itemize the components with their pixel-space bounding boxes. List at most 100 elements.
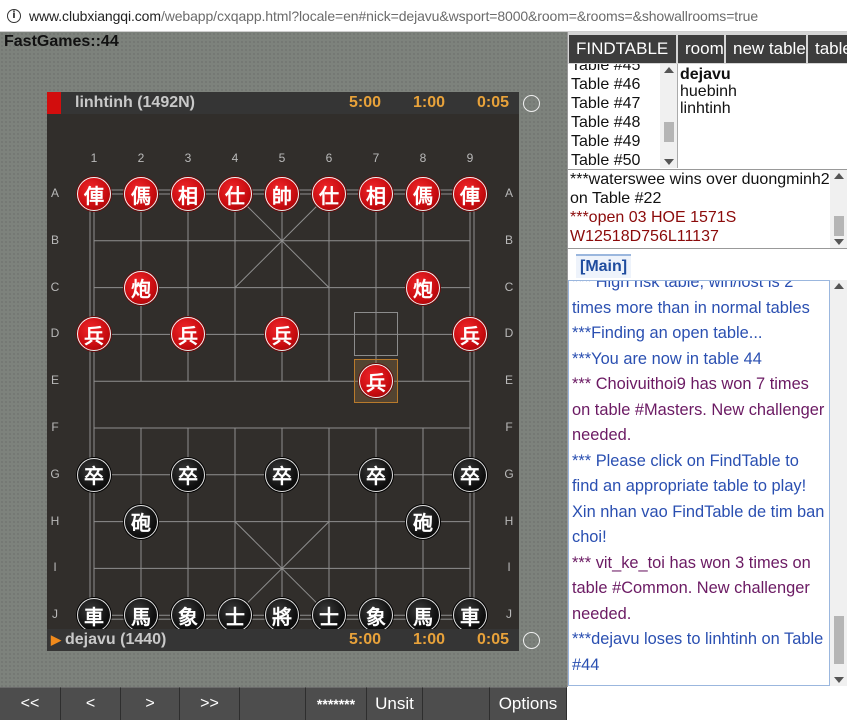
top-player-bar: linhtinh (1492N) 5:00 1:00 0:05: [47, 92, 519, 114]
file-label: 8: [419, 151, 427, 165]
scroll-up-icon[interactable]: [834, 283, 844, 289]
player-list-item[interactable]: dejavu: [680, 66, 846, 83]
blank-button-2: [423, 687, 490, 720]
notice-line: ***waterswee wins over duongminh200 on T…: [570, 171, 847, 207]
rank-label: E: [504, 373, 513, 388]
next-move-button[interactable]: >: [121, 687, 180, 720]
file-label: 7: [372, 151, 380, 165]
black-piece[interactable]: 砲: [124, 504, 158, 539]
red-piece[interactable]: 炮: [124, 270, 158, 305]
bottom-player-time-total: 5:00: [349, 631, 382, 648]
red-piece[interactable]: 相: [171, 177, 205, 211]
scroll-thumb[interactable]: [834, 616, 844, 664]
chat-message: *** Choivuithoi9 has won 7 times on tabl…: [572, 375, 825, 444]
room-title: FastGames::44: [4, 33, 119, 50]
file-label: 9: [466, 151, 474, 165]
red-piece[interactable]: 炮: [406, 270, 440, 305]
top-player-ready-icon[interactable]: [523, 95, 540, 112]
rank-label: D: [504, 326, 514, 341]
top-player-time-extra: 0:05: [477, 94, 510, 111]
url-host: www.clubxiangqi.com: [29, 7, 161, 24]
rank-label: I: [507, 560, 511, 575]
black-piece[interactable]: 馬: [406, 598, 440, 633]
scroll-down-icon[interactable]: [834, 239, 844, 245]
bottom-player-ready-icon[interactable]: [523, 632, 540, 649]
black-piece[interactable]: 砲: [406, 504, 440, 539]
bottom-player-bar: ▶ dejavu (1440) 5:00 1:00 0:05: [47, 629, 519, 651]
file-label: 5: [278, 151, 286, 165]
play-arrow-icon: ▶: [51, 632, 61, 647]
black-piece[interactable]: 車: [77, 598, 111, 633]
blank-button: [240, 687, 306, 720]
rank-label: A: [504, 186, 513, 200]
tab-main[interactable]: [Main]: [576, 254, 632, 278]
red-piece[interactable]: 傌: [406, 177, 440, 211]
black-piece[interactable]: 卒: [359, 457, 393, 492]
options-button[interactable]: Options: [490, 687, 567, 720]
black-piece[interactable]: 士: [312, 598, 346, 633]
chat-message: *** High risk table, win/lost is 2 times…: [572, 280, 810, 317]
rank-label: B: [504, 232, 513, 247]
black-piece[interactable]: 卒: [265, 457, 299, 492]
scroll-down-icon[interactable]: [664, 159, 674, 165]
top-player-time-move: 1:00: [413, 94, 446, 111]
red-piece[interactable]: 相: [359, 177, 393, 211]
scroll-thumb[interactable]: [664, 122, 674, 142]
scroll-thumb[interactable]: [834, 216, 844, 236]
url-path: /webapp/cxqapp.html?locale=en#nick=dejav…: [160, 7, 759, 24]
rank-label: J: [52, 607, 58, 622]
first-move-button[interactable]: <<: [0, 687, 61, 720]
bottom-player-name[interactable]: dejavu (1440): [65, 631, 166, 649]
table-list-scrollbar[interactable]: [660, 64, 677, 168]
red-piece[interactable]: 仕: [218, 177, 252, 211]
red-piece[interactable]: 兵: [359, 364, 393, 399]
scroll-up-icon[interactable]: [664, 67, 674, 73]
url-text[interactable]: www.clubxiangqi.com/webapp/cxqapp.html?l…: [29, 8, 758, 24]
red-piece[interactable]: 帥: [265, 177, 299, 211]
red-piece[interactable]: 傌: [124, 177, 158, 211]
top-player-time-total: 5:00: [349, 94, 382, 111]
tab-new-table[interactable]: new table: [726, 35, 806, 63]
info-icon[interactable]: i: [7, 8, 21, 23]
chat-log[interactable]: *** High risk table, win/lost is 2 times…: [568, 280, 830, 686]
last-move-button[interactable]: >>: [180, 687, 240, 720]
bottom-player-time-move: 1:00: [413, 631, 446, 648]
black-piece[interactable]: 車: [453, 598, 487, 633]
red-piece[interactable]: 仕: [312, 177, 346, 211]
black-piece[interactable]: 卒: [453, 457, 487, 492]
rank-label: A: [50, 186, 59, 200]
unsit-button[interactable]: Unsit: [367, 687, 423, 720]
notice-box: ***waterswee wins over duongminh200 on T…: [568, 169, 847, 249]
prev-move-button[interactable]: <: [61, 687, 121, 720]
notice-line: ***open 03 HOE 1571S W12518D756L11137: [570, 209, 737, 245]
chat-scrollbar[interactable]: [830, 280, 847, 686]
scroll-up-icon[interactable]: [834, 173, 844, 179]
xiangqi-board[interactable]: 112233445566778899AABBCCDDEEFFGGHHIIJJ俥傌…: [47, 114, 519, 654]
chat-message: ***You are now in table 44: [572, 349, 762, 368]
black-piece[interactable]: 將: [265, 598, 299, 633]
player-list-item[interactable]: linhtinh: [680, 100, 846, 117]
black-piece[interactable]: 馬: [124, 598, 158, 633]
bottom-player-time-extra: 0:05: [477, 631, 510, 648]
tab-room[interactable]: room: [678, 35, 724, 63]
black-piece[interactable]: 卒: [77, 457, 111, 492]
stars-button[interactable]: *******: [306, 687, 367, 720]
black-piece[interactable]: 象: [359, 598, 393, 633]
black-piece[interactable]: 卒: [171, 457, 205, 492]
control-bar: << < > >> ******* Unsit Options: [0, 687, 847, 720]
game-area: FastGames::44 linhtinh (1492N) 5:00 1:00…: [0, 32, 567, 687]
rank-label: F: [505, 420, 513, 434]
black-piece[interactable]: 士: [218, 598, 252, 633]
scroll-down-icon[interactable]: [834, 677, 844, 683]
red-piece[interactable]: 俥: [77, 177, 111, 211]
chat-tab-row: [Main]: [568, 250, 847, 280]
tab-findtable[interactable]: FINDTABLE: [569, 35, 676, 63]
notice-scrollbar[interactable]: [830, 170, 847, 248]
red-piece[interactable]: 俥: [453, 177, 487, 211]
browser-address-bar[interactable]: i www.clubxiangqi.com/webapp/cxqapp.html…: [0, 0, 847, 32]
player-list-item[interactable]: huebinh: [680, 83, 846, 100]
chat-message: *** Please click on FindTable to find an…: [572, 451, 825, 547]
black-piece[interactable]: 象: [171, 598, 205, 633]
top-player-name[interactable]: linhtinh (1492N): [75, 94, 195, 112]
tab-table[interactable]: table: [808, 35, 847, 63]
